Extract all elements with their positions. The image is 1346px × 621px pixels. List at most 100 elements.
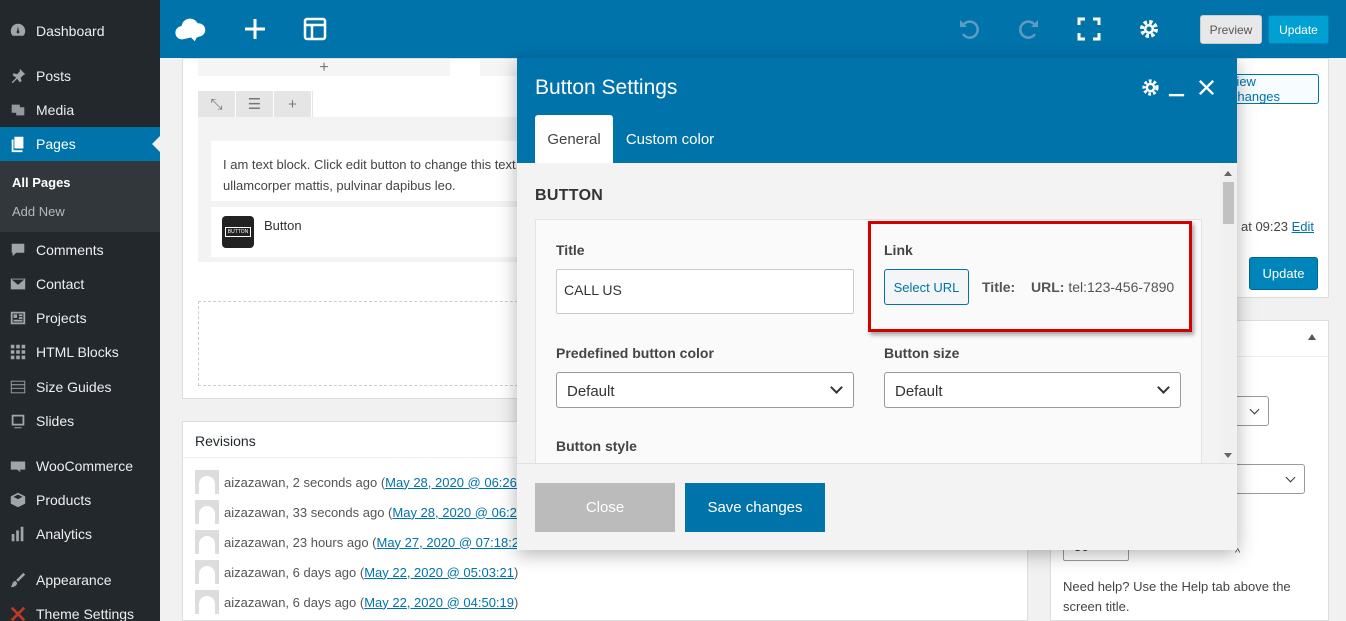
menu-label: Media [36,102,75,118]
fullscreen-icon[interactable] [1072,12,1106,46]
menu-label: Dashboard [36,23,105,39]
update-button[interactable]: Update [1268,15,1329,44]
link-url: URL: tel:123-456-7890 [1031,279,1175,295]
menu-item-dashboard[interactable]: Dashboard [0,14,160,48]
revision-row: aizazawan, 6 days ago ( May 22, 2020 @ 0… [195,560,518,584]
scroll-down-icon[interactable] [1224,453,1232,458]
avatar [195,470,219,494]
menu-item-woocommerce[interactable]: WooCommerce [0,449,160,483]
submenu-all-pages[interactable]: All Pages [12,175,71,190]
undo-icon[interactable] [952,12,986,46]
tab-general[interactable]: General [535,115,613,163]
modal-title: Button Settings [535,76,678,99]
add-element-icon[interactable]: + [198,59,450,76]
avatar [195,560,219,584]
add-row-icon[interactable]: + [274,91,312,117]
dashboard-icon [0,22,36,40]
scrollbar-thumb[interactable] [1223,182,1234,224]
help-text: Need help? Use the Help tab above the sc… [1063,579,1291,614]
menu-item-size-guides[interactable]: Size Guides [0,370,160,404]
revision-link[interactable]: May 22, 2020 @ 04:50:19 [364,595,514,610]
menu-label: Appearance [36,572,112,588]
menu-label: Comments [36,242,104,258]
revision-row: aizazawan, 23 hours ago ( May 27, 2020 @… [195,530,526,554]
menu-item-projects[interactable]: Projects [0,301,160,335]
row-layout-icon[interactable]: ☰ [236,91,274,117]
preview-button[interactable]: Preview [1200,15,1262,44]
menu-label: Projects [36,310,87,326]
title-label: Title [556,242,585,258]
box-icon [0,491,36,509]
section-title: BUTTON [535,187,604,204]
minimize-icon[interactable] [1165,76,1187,98]
text-block-element[interactable]: I am text block. Click edit button to ch… [211,141,531,201]
publish-box: View Changes at 09:23 Edit Update [1227,58,1329,298]
revision-row: aizazawan, 33 seconds ago ( May 28, 2020… [195,500,542,524]
menu-item-analytics[interactable]: Analytics [0,517,160,551]
revision-link[interactable]: May 28, 2020 @ 06:26:53 [385,475,535,490]
revision-paren: ) [514,594,519,610]
button-settings-modal: Button Settings General Custom color BUT… [517,58,1237,550]
avatar [195,590,219,614]
revision-link[interactable]: May 22, 2020 @ 05:03:21 [364,565,514,580]
gear-icon[interactable] [1139,76,1161,98]
button-size-label: Button size [884,345,960,361]
empty-drop-area[interactable] [198,301,538,386]
tab-custom-color[interactable]: Custom color [625,115,715,163]
menu-item-comments[interactable]: Comments [0,233,160,267]
revision-link[interactable]: May 27, 2020 @ 07:18:26 [376,535,526,550]
avatar [195,530,219,554]
text-block-line: I am text block. Click edit button to ch… [223,157,520,172]
menu-label: WooCommerce [36,458,133,474]
menu-item-posts[interactable]: Posts [0,59,160,93]
menu-item-slides[interactable]: Slides [0,404,160,438]
pin-icon [0,67,36,85]
menu-item-html-blocks[interactable]: HTML Blocks [0,335,160,369]
admin-sidebar: Dashboard Posts Media Pages All Pages Ad… [0,0,160,621]
publish-time-text: at 09:23 [1241,219,1292,234]
button-size-select[interactable]: Default [884,372,1181,408]
title-input[interactable]: CALL US [556,269,854,314]
button-element-thumbnail: BUTTON [222,216,254,248]
menu-label: Pages [36,136,76,152]
menu-item-contact[interactable]: Contact [0,267,160,301]
menu-item-theme-settings[interactable]: Theme Settings [0,597,160,621]
menu-item-appearance[interactable]: Appearance [0,563,160,597]
save-changes-button[interactable]: Save changes [685,483,825,532]
view-changes-button[interactable]: View Changes [1227,74,1319,104]
revision-author: aizazawan, 33 seconds ago ( [224,504,393,520]
menu-item-media[interactable]: Media [0,93,160,127]
button-element[interactable]: BUTTON Button [211,207,531,257]
layout-icon[interactable] [298,12,332,46]
button-element-label: Button [264,218,302,233]
submenu-add-new[interactable]: Add New [12,204,65,219]
edit-link[interactable]: Edit [1292,219,1314,234]
menu-item-pages[interactable]: Pages [0,127,160,161]
projects-icon [0,309,36,327]
revision-paren: ) [514,564,519,580]
media-icon [0,101,36,119]
add-element-icon[interactable] [238,12,272,46]
redo-icon[interactable] [1012,12,1046,46]
menu-label: HTML Blocks [36,344,119,360]
pages-icon [0,135,36,153]
select-url-button[interactable]: Select URL [884,269,969,305]
menu-item-products[interactable]: Products [0,483,160,517]
collapse-arrow-icon[interactable] [1308,334,1316,340]
scroll-up-icon[interactable] [1224,171,1232,176]
woo-icon [0,457,36,475]
close-button[interactable]: Close [535,483,675,532]
gear-icon[interactable] [1132,12,1166,46]
link-title: Title: [982,279,1016,295]
menu-label: Products [36,492,92,508]
modal-header: Button Settings General Custom color [517,58,1237,163]
update-button[interactable]: Update [1249,257,1318,290]
builder-toolbar: Preview Update [160,0,1346,58]
cloud-icon[interactable] [174,12,208,46]
table-icon [0,378,36,396]
move-icon[interactable]: ⤡ [198,91,236,117]
modal-scrollbar[interactable] [1220,166,1237,463]
close-icon[interactable] [1195,76,1217,98]
button-color-select[interactable]: Default [556,372,854,408]
row-toolbar: ⤡ ☰ + [198,91,313,117]
